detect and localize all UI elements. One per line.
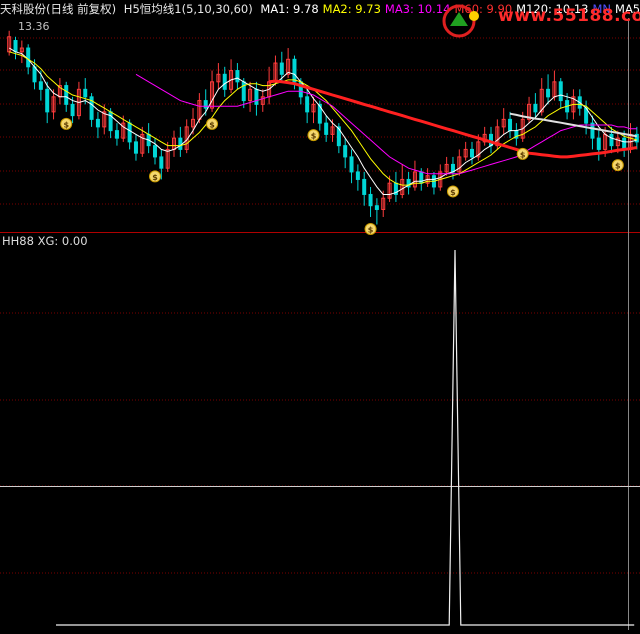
buy-signal-glyph-4: $: [368, 225, 374, 234]
candle-body-37: [241, 81, 246, 102]
watermark-text: www.55188.com: [498, 6, 640, 26]
candle-body-97: [622, 137, 627, 150]
candle-body-12: [83, 88, 88, 98]
candle-body-1: [13, 40, 18, 53]
ma-line-ma2: [9, 51, 637, 186]
buy-signal-glyph-5: $: [450, 188, 456, 197]
candle-body-79: [508, 118, 513, 132]
candle-body-31: [203, 100, 208, 109]
ma-readout-2: MA3: 10.14: [384, 2, 451, 16]
candle-body-10: [70, 103, 75, 117]
price-top-label: 13.36: [18, 20, 50, 33]
candle-body-45: [292, 58, 297, 83]
candle-body-20: [133, 141, 138, 154]
candle-body-47: [305, 96, 310, 113]
buy-signal-glyph-0: $: [63, 120, 69, 129]
stock-name: 天科股份(日线 前复权): [0, 2, 117, 16]
candle-body-57: [368, 193, 373, 207]
buy-signal-glyph-7: $: [615, 162, 621, 171]
candle-body-36: [235, 70, 240, 83]
candle-body-58: [374, 205, 379, 210]
buy-signal-glyph-1: $: [152, 173, 158, 182]
subpanel-label: HH88 XG: 0.00: [2, 234, 88, 248]
watermark-logo: [442, 4, 479, 38]
candle-body-73: [469, 148, 474, 158]
candle-body-55: [355, 171, 360, 180]
candle-body-76: [489, 133, 494, 147]
candle-body-9: [64, 85, 69, 105]
ma-line-ma1: [8, 47, 637, 195]
candle-body-4: [32, 66, 37, 83]
candle-body-16: [108, 111, 113, 132]
candle-body-27: [178, 137, 183, 150]
candle-body-43: [279, 62, 284, 75]
ma-line-m60: [268, 79, 638, 159]
candle-body-3: [26, 47, 31, 68]
candle-body-53: [343, 145, 348, 158]
candle-body-17: [114, 130, 119, 139]
candle-body-23: [152, 145, 157, 158]
buy-signal-glyph-6: $: [520, 150, 526, 159]
ma-readout-1: MA2: 9.73: [322, 2, 381, 16]
candle-body-83: [533, 103, 538, 113]
candle-body-5: [38, 81, 43, 90]
candle-body-95: [609, 133, 614, 147]
candle-body-50: [324, 122, 329, 135]
chart-stage: $ $ $ $ $ $ $ $: [0, 0, 640, 630]
candle-body-39: [254, 88, 259, 105]
candle-body-56: [362, 178, 367, 195]
buy-signal-glyph-3: $: [311, 132, 317, 141]
ma-readout-0: MA1: 9.78: [260, 2, 319, 16]
chart-svg: $ $ $ $ $ $ $ $: [0, 18, 640, 630]
buy-signal-glyph-2: $: [209, 120, 215, 129]
candle-body-6: [45, 88, 50, 113]
candle-body-14: [95, 118, 100, 128]
candle-body-54: [349, 156, 354, 173]
indicator-name: H5恒均线1(5,10,30,60): [123, 2, 253, 16]
candle-body-85: [546, 88, 551, 98]
candle-body-24: [159, 156, 164, 169]
candle-body-19: [127, 122, 132, 143]
candle-body-93: [596, 137, 601, 150]
candle-body-87: [558, 81, 563, 102]
candle-body-34: [222, 73, 227, 90]
xg-signal-line: [56, 249, 635, 626]
